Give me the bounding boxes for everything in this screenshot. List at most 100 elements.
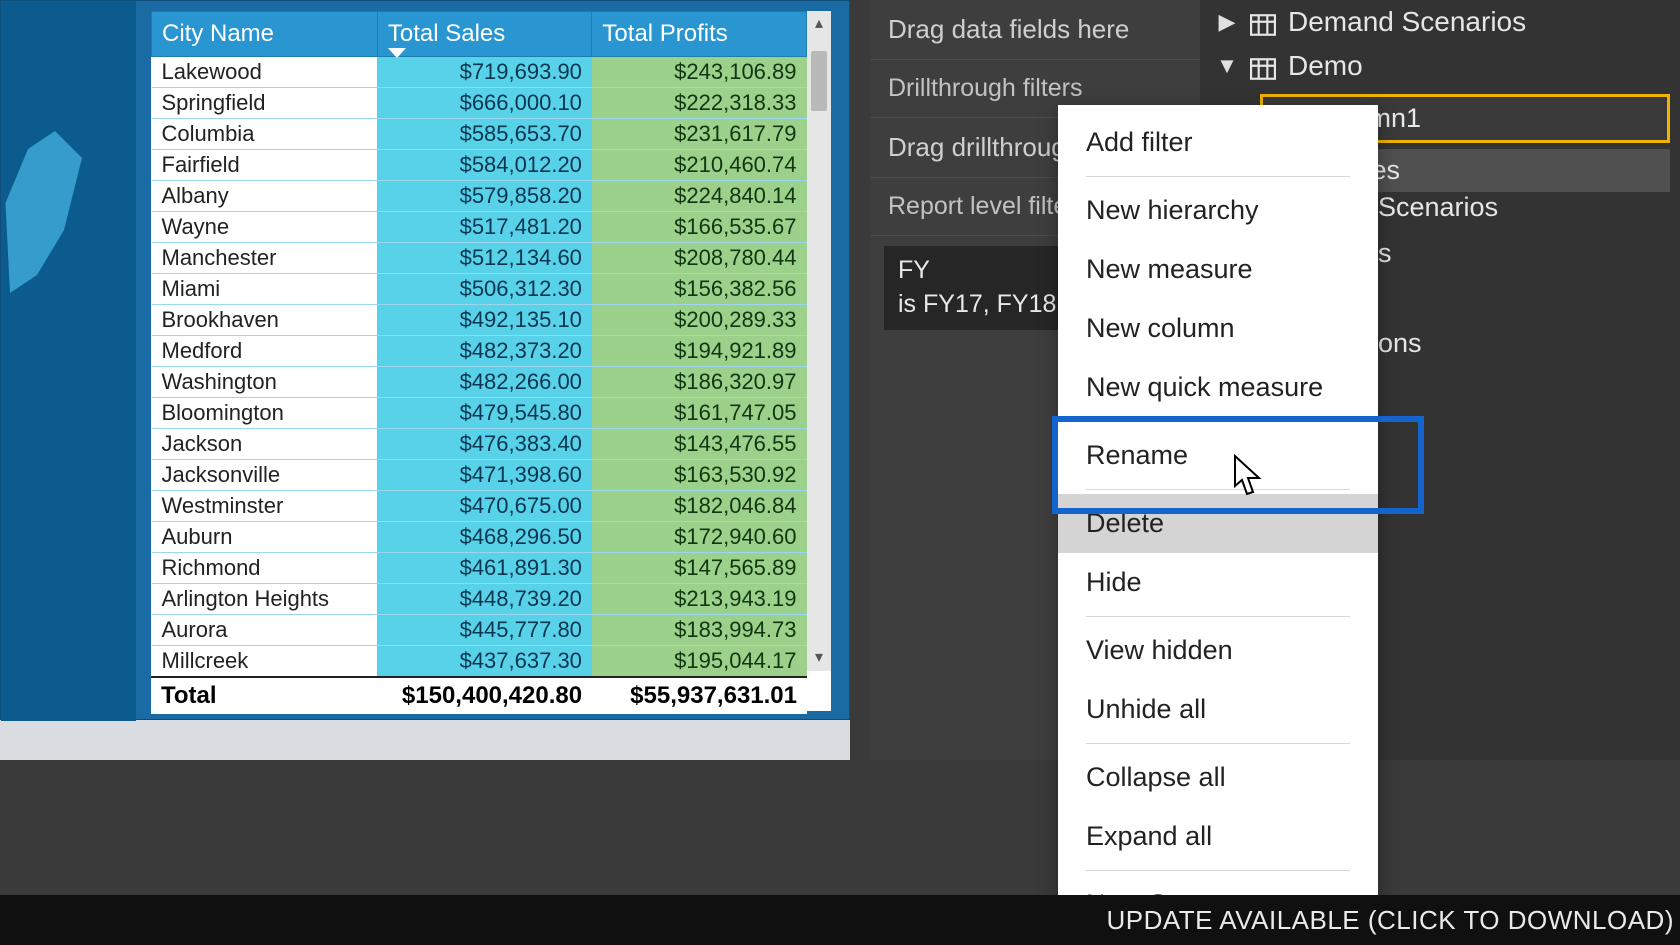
scroll-down-icon[interactable]: ▾ bbox=[807, 645, 831, 671]
table-row[interactable]: Richmond$461,891.30$147,565.89 bbox=[152, 553, 807, 584]
col-header-sales-label: Total Sales bbox=[388, 20, 505, 47]
table-row[interactable]: Wayne$517,481.20$166,535.67 bbox=[152, 212, 807, 243]
cell-city: Columbia bbox=[152, 119, 378, 150]
caret-right-icon[interactable]: ▶ bbox=[1216, 9, 1238, 35]
cell-profit: $183,994.73 bbox=[592, 615, 807, 646]
table-node-demand-scenarios[interactable]: ▶ Demand Scenarios bbox=[1200, 0, 1680, 44]
cell-profit: $210,460.74 bbox=[592, 150, 807, 181]
cell-sales: $437,637.30 bbox=[377, 646, 592, 677]
cell-profit: $222,318.33 bbox=[592, 88, 807, 119]
cell-sales: $482,373.20 bbox=[377, 336, 592, 367]
cell-sales: $512,134.60 bbox=[377, 243, 592, 274]
cell-city: Auburn bbox=[152, 522, 378, 553]
table-row[interactable]: Jacksonville$471,398.60$163,530.92 bbox=[152, 460, 807, 491]
col-header-profit-label: Total Profits bbox=[602, 20, 727, 47]
table-row[interactable]: Arlington Heights$448,739.20$213,943.19 bbox=[152, 584, 807, 615]
cell-profit: $231,617.79 bbox=[592, 119, 807, 150]
table-row[interactable]: Springfield$666,000.10$222,318.33 bbox=[152, 88, 807, 119]
table-row[interactable]: Bloomington$479,545.80$161,747.05 bbox=[152, 398, 807, 429]
table-row[interactable]: Miami$506,312.30$156,382.56 bbox=[152, 274, 807, 305]
scroll-thumb[interactable] bbox=[811, 51, 827, 111]
context-menu-item-expand-all[interactable]: Expand all bbox=[1058, 807, 1378, 866]
cell-profit: $208,780.44 bbox=[592, 243, 807, 274]
cell-sales: $461,891.30 bbox=[377, 553, 592, 584]
map-visual-strip bbox=[1, 1, 136, 721]
table-row[interactable]: Columbia$585,653.70$231,617.79 bbox=[152, 119, 807, 150]
context-menu-item-new-hierarchy[interactable]: New hierarchy bbox=[1058, 181, 1378, 240]
table-row[interactable]: Brookhaven$492,135.10$200,289.33 bbox=[152, 305, 807, 336]
cell-profit: $172,940.60 bbox=[592, 522, 807, 553]
table-node-demo[interactable]: ▼ Demo bbox=[1200, 44, 1680, 88]
caret-down-icon[interactable]: ▼ bbox=[1216, 53, 1238, 79]
table-row[interactable]: Albany$579,858.20$224,840.14 bbox=[152, 181, 807, 212]
cell-sales: $445,777.80 bbox=[377, 615, 592, 646]
table-row[interactable]: Millcreek$437,637.30$195,044.17 bbox=[152, 646, 807, 677]
data-table[interactable]: City Name Total Sales Total Profits Lake… bbox=[151, 11, 807, 676]
cell-city: Westminster bbox=[152, 491, 378, 522]
cell-city: Brookhaven bbox=[152, 305, 378, 336]
field-fragment: s bbox=[1378, 238, 1392, 269]
col-header-profit[interactable]: Total Profits bbox=[592, 12, 807, 57]
cell-sales: $506,312.30 bbox=[377, 274, 592, 305]
cell-sales: $476,383.40 bbox=[377, 429, 592, 460]
context-menu-item-delete[interactable]: Delete bbox=[1058, 494, 1378, 553]
context-menu-item-view-hidden[interactable]: View hidden bbox=[1058, 621, 1378, 680]
sort-desc-icon bbox=[388, 48, 406, 58]
table-row[interactable]: Westminster$470,675.00$182,046.84 bbox=[152, 491, 807, 522]
cell-city: Jacksonville bbox=[152, 460, 378, 491]
update-available-bar[interactable]: UPDATE AVAILABLE (CLICK TO DOWNLOAD) bbox=[0, 895, 1680, 945]
table-row[interactable]: Aurora$445,777.80$183,994.73 bbox=[152, 615, 807, 646]
cell-sales: $584,012.20 bbox=[377, 150, 592, 181]
context-menu-item-add-filter[interactable]: Add filter bbox=[1058, 113, 1378, 172]
cell-profit: $156,382.56 bbox=[592, 274, 807, 305]
cell-city: Lakewood bbox=[152, 57, 378, 88]
field-well[interactable]: Drag data fields here bbox=[870, 0, 1200, 60]
map-shape bbox=[1, 131, 91, 311]
table-icon bbox=[1250, 11, 1276, 33]
context-menu-item-new-measure[interactable]: New measure bbox=[1058, 240, 1378, 299]
table-row[interactable]: Medford$482,373.20$194,921.89 bbox=[152, 336, 807, 367]
col-header-sales[interactable]: Total Sales bbox=[377, 12, 592, 57]
table-row[interactable]: Auburn$468,296.50$172,940.60 bbox=[152, 522, 807, 553]
report-level-header-label: Report level filter bbox=[888, 192, 1076, 220]
context-menu-item-new-quick-measure[interactable]: New quick measure bbox=[1058, 358, 1378, 417]
cell-profit: $143,476.55 bbox=[592, 429, 807, 460]
context-menu-item-collapse-all[interactable]: Collapse all bbox=[1058, 748, 1378, 807]
filter-chip-title: FY bbox=[898, 256, 930, 284]
table-row[interactable]: Jackson$476,383.40$143,476.55 bbox=[152, 429, 807, 460]
cell-city: Bloomington bbox=[152, 398, 378, 429]
context-menu-item-rename[interactable]: Rename bbox=[1058, 426, 1378, 485]
col-header-city[interactable]: City Name bbox=[152, 12, 378, 57]
table-row[interactable]: Lakewood$719,693.90$243,106.89 bbox=[152, 57, 807, 88]
table-row[interactable]: Manchester$512,134.60$208,780.44 bbox=[152, 243, 807, 274]
field-fragment: Scenarios bbox=[1378, 192, 1498, 223]
scroll-up-icon[interactable]: ▴ bbox=[807, 11, 831, 37]
context-menu-item-unhide-all[interactable]: Unhide all bbox=[1058, 680, 1378, 739]
cell-profit: $186,320.97 bbox=[592, 367, 807, 398]
cell-profit: $243,106.89 bbox=[592, 57, 807, 88]
cell-sales: $482,266.00 bbox=[377, 367, 592, 398]
table-node-label: Demo bbox=[1288, 50, 1363, 82]
cell-profit: $213,943.19 bbox=[592, 584, 807, 615]
table-visual[interactable]: City Name Total Sales Total Profits Lake… bbox=[151, 11, 831, 711]
total-row: Total $150,400,420.80 $55,937,631.01 bbox=[151, 676, 807, 714]
cell-sales: $517,481.20 bbox=[377, 212, 592, 243]
context-menu-item-new-column[interactable]: New column bbox=[1058, 299, 1378, 358]
cell-sales: $479,545.80 bbox=[377, 398, 592, 429]
col-header-city-label: City Name bbox=[162, 20, 274, 47]
cell-profit: $224,840.14 bbox=[592, 181, 807, 212]
drillthrough-header-label: Drillthrough filters bbox=[888, 74, 1083, 102]
context-menu-separator bbox=[1086, 870, 1350, 871]
table-row[interactable]: Fairfield$584,012.20$210,460.74 bbox=[152, 150, 807, 181]
cell-city: Millcreek bbox=[152, 646, 378, 677]
cell-sales: $492,135.10 bbox=[377, 305, 592, 336]
table-row[interactable]: Washington$482,266.00$186,320.97 bbox=[152, 367, 807, 398]
cell-sales: $666,000.10 bbox=[377, 88, 592, 119]
table-scrollbar[interactable]: ▴ ▾ bbox=[807, 11, 831, 671]
cell-city: Wayne bbox=[152, 212, 378, 243]
visual-frame[interactable]: City Name Total Sales Total Profits Lake… bbox=[0, 0, 850, 720]
context-menu-item-hide[interactable]: Hide bbox=[1058, 553, 1378, 612]
cell-city: Medford bbox=[152, 336, 378, 367]
context-menu-separator bbox=[1086, 421, 1350, 422]
context-menu-separator bbox=[1086, 743, 1350, 744]
